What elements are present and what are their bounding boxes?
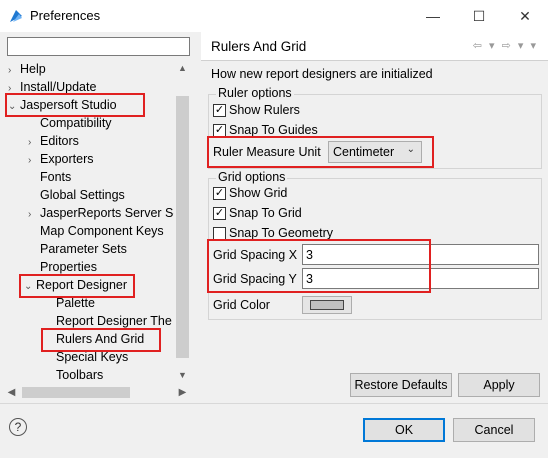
ruler-options-legend: Ruler options bbox=[216, 86, 294, 100]
grid-spacing-y-input[interactable] bbox=[302, 268, 539, 289]
scroll-thumb[interactable] bbox=[176, 96, 189, 358]
restore-defaults-button[interactable]: Restore Defaults bbox=[350, 373, 452, 397]
scroll-right-icon[interactable]: ▶ bbox=[175, 385, 190, 400]
snap-to-geometry-checkbox[interactable]: Snap To Geometry bbox=[213, 226, 333, 240]
scroll-up-icon[interactable]: ▲ bbox=[175, 60, 190, 76]
tree-item-fonts[interactable]: Fonts bbox=[28, 168, 71, 186]
tree-item-jaspersoft-studio[interactable]: ⌄ Jaspersoft Studio bbox=[8, 96, 117, 114]
tree-item-toolbars[interactable]: Toolbars bbox=[44, 366, 103, 384]
show-grid-checkbox[interactable]: ✓ Show Grid bbox=[213, 186, 287, 200]
checkbox-checked-icon[interactable]: ✓ bbox=[213, 103, 226, 117]
tree-horizontal-scrollbar[interactable]: ◀ ▶ bbox=[4, 385, 190, 400]
apply-button[interactable]: Apply bbox=[458, 373, 540, 397]
checkbox-checked-icon[interactable]: ✓ bbox=[213, 186, 226, 200]
title-bar: Preferences — ☐ ✕ bbox=[0, 0, 548, 32]
grid-spacing-x-label: Grid Spacing X bbox=[213, 248, 298, 262]
checkbox-checked-icon[interactable]: ✓ bbox=[213, 123, 226, 137]
tree-item-jasperreports-server[interactable]: › JasperReports Server Se bbox=[28, 204, 174, 222]
tree-item-properties[interactable]: Properties bbox=[28, 258, 97, 276]
checkbox-unchecked-icon[interactable] bbox=[213, 226, 226, 240]
tree-item-global-settings[interactable]: Global Settings bbox=[28, 186, 125, 204]
checkbox-checked-icon[interactable]: ✓ bbox=[213, 206, 226, 220]
tree-item-report-designer-theme[interactable]: Report Designer The bbox=[44, 312, 172, 330]
jaspersoft-app-icon bbox=[10, 10, 22, 22]
tree-item-map-component-keys[interactable]: Map Component Keys bbox=[28, 222, 164, 240]
grid-color-swatch bbox=[310, 300, 344, 310]
scroll-thumb[interactable] bbox=[22, 387, 130, 398]
page-description: How new report designers are initialized bbox=[211, 67, 433, 81]
tree-item-help[interactable]: › Help bbox=[8, 60, 46, 78]
grid-color-button[interactable] bbox=[302, 296, 352, 314]
grid-color-label: Grid Color bbox=[213, 298, 270, 312]
tree-item-special-keys[interactable]: Special Keys bbox=[44, 348, 128, 366]
tree-item-palette[interactable]: Palette bbox=[44, 294, 95, 312]
minimize-button[interactable]: — bbox=[410, 0, 456, 32]
help-icon[interactable]: ? bbox=[9, 418, 27, 436]
show-rulers-checkbox[interactable]: ✓ Show Rulers bbox=[213, 103, 300, 117]
tree-item-install-update[interactable]: › Install/Update bbox=[8, 78, 96, 96]
filter-input[interactable] bbox=[7, 37, 190, 56]
footer-divider bbox=[0, 403, 548, 404]
cancel-button[interactable]: Cancel bbox=[453, 418, 535, 442]
snap-to-guides-checkbox[interactable]: ✓ Snap To Guides bbox=[213, 123, 318, 137]
ruler-measure-unit-select[interactable]: Centimeter ⌄ bbox=[328, 141, 422, 163]
grid-spacing-x-input[interactable] bbox=[302, 244, 539, 265]
chevron-down-icon[interactable]: ⌄ bbox=[24, 278, 36, 296]
page-header: Rulers And Grid ⇦ ▾ ⇨ ▾ ▾ bbox=[201, 31, 548, 61]
grid-options-legend: Grid options bbox=[216, 170, 288, 184]
snap-to-grid-checkbox[interactable]: ✓ Snap To Grid bbox=[213, 206, 302, 220]
chevron-down-icon[interactable]: ⌄ bbox=[8, 98, 20, 116]
tree-item-report-designer[interactable]: ⌄ Report Designer bbox=[24, 276, 127, 294]
tree-item-editors[interactable]: › Editors bbox=[28, 132, 79, 150]
window-title: Preferences bbox=[30, 8, 101, 23]
tree-item-parameter-sets[interactable]: Parameter Sets bbox=[28, 240, 127, 258]
tree-item-rulers-and-grid[interactable]: Rulers And Grid bbox=[44, 330, 144, 348]
maximize-button[interactable]: ☐ bbox=[456, 0, 502, 32]
scroll-down-icon[interactable]: ▼ bbox=[175, 367, 190, 383]
page-title: Rulers And Grid bbox=[211, 39, 307, 54]
tree-vertical-scrollbar[interactable]: ▲ ▼ bbox=[175, 60, 190, 383]
grid-spacing-y-label: Grid Spacing Y bbox=[213, 272, 297, 286]
preferences-tree: › Help › Install/Update ⌄ Jaspersoft Studio… bbox=[4, 60, 174, 385]
close-button[interactable]: ✕ bbox=[502, 0, 548, 32]
tree-item-exporters[interactable]: › Exporters bbox=[28, 150, 94, 168]
ruler-measure-unit-label: Ruler Measure Unit bbox=[213, 145, 321, 159]
chevron-down-icon: ⌄ bbox=[406, 144, 415, 155]
scroll-left-icon[interactable]: ◀ bbox=[4, 385, 19, 400]
navigation-arrows-icon[interactable]: ⇦ ▾ ⇨ ▾ ▾ bbox=[473, 39, 538, 52]
tree-item-compatibility[interactable]: Compatibility bbox=[28, 114, 112, 132]
ok-button[interactable]: OK bbox=[363, 418, 445, 442]
